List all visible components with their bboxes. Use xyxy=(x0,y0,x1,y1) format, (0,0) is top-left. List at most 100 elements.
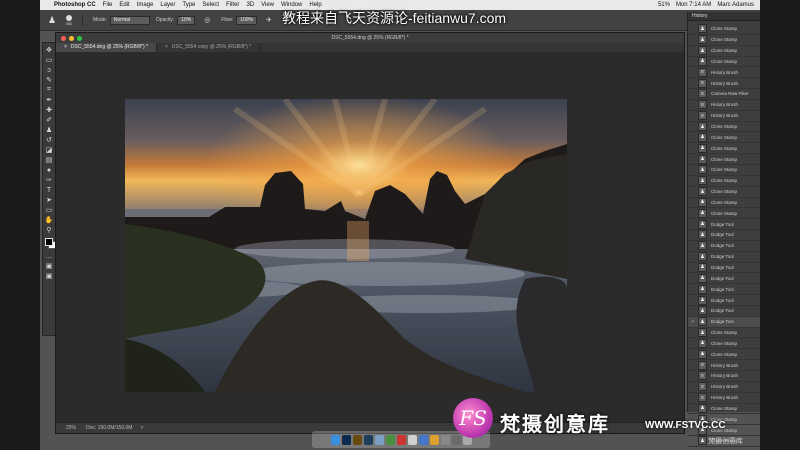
eraser-tool-icon[interactable]: ◪ xyxy=(44,145,54,155)
shape-tool-icon[interactable]: ▭ xyxy=(44,205,54,215)
quick-mask-icon[interactable]: ▣ xyxy=(44,261,54,271)
gradient-tool-icon[interactable]: ▤ xyxy=(44,155,54,165)
history-state[interactable]: ♟ Clone Stamp xyxy=(688,56,760,68)
history-state[interactable]: ♟ Clone Stamp xyxy=(688,122,760,133)
menu-filter[interactable]: Filter xyxy=(226,2,239,8)
opacity-field[interactable]: 10% xyxy=(177,15,196,25)
screen-mode-icon[interactable]: ▣ xyxy=(44,271,54,281)
history-state[interactable]: ♟ Dodge Tool xyxy=(688,306,760,317)
pen-tool-icon[interactable]: ✑ xyxy=(44,175,54,185)
history-state[interactable]: ≡ History Brush xyxy=(688,382,760,393)
menu-type[interactable]: Type xyxy=(182,2,195,8)
app-dock-icon[interactable] xyxy=(407,434,417,445)
history-state[interactable]: ♟ Dodge Tool xyxy=(688,219,760,231)
menu-edit[interactable]: Edit xyxy=(119,2,129,8)
history-state[interactable]: ♟ Clone Stamp xyxy=(688,132,760,144)
menu-3d[interactable]: 3D xyxy=(246,2,254,8)
color-swatches[interactable] xyxy=(44,237,56,249)
marquee-tool-icon[interactable]: ▭ xyxy=(44,55,54,65)
app-dock-icon[interactable] xyxy=(385,434,395,445)
hand-tool-icon[interactable]: ✋ xyxy=(44,215,54,225)
bridge-dock-icon[interactable] xyxy=(352,434,362,445)
type-tool-icon[interactable]: T xyxy=(44,185,54,195)
menu-layer[interactable]: Layer xyxy=(160,2,175,8)
history-state[interactable]: ♟ Clone Stamp xyxy=(688,338,760,350)
menu-view[interactable]: View xyxy=(261,2,274,8)
app-dock-icon[interactable] xyxy=(418,434,428,445)
app-dock-icon[interactable] xyxy=(396,434,406,445)
app-dock-icon[interactable] xyxy=(374,434,384,445)
path-select-tool-icon[interactable]: ➤ xyxy=(44,195,54,205)
clone-stamp-tool-icon[interactable]: ♟ xyxy=(44,125,54,135)
history-state[interactable]: ♟ Dodge Tool xyxy=(688,284,760,296)
menu-file[interactable]: File xyxy=(103,2,113,8)
more-tools-icon[interactable]: … xyxy=(44,251,54,261)
history-state[interactable]: ♟ Clone Stamp xyxy=(688,176,760,187)
canvas-area[interactable] xyxy=(56,52,684,423)
menu-image[interactable]: Image xyxy=(137,2,154,8)
history-state[interactable]: ♟ Dodge Tool xyxy=(688,230,760,241)
brush-preset-picker[interactable]: 350 xyxy=(60,13,78,27)
history-state[interactable]: ♟ Clone Stamp xyxy=(688,24,760,35)
move-tool-icon[interactable]: ✥ xyxy=(44,45,54,55)
healing-tool-icon[interactable]: ✚ xyxy=(44,105,54,115)
finder-dock-icon[interactable] xyxy=(330,434,340,445)
history-panel-title[interactable]: History xyxy=(688,12,760,21)
history-state[interactable]: ♟ Clone Stamp xyxy=(688,187,760,198)
app-dock-icon[interactable] xyxy=(440,434,450,445)
history-state[interactable]: ♟ Dodge Tool xyxy=(688,241,760,252)
history-state[interactable]: ≡ History Brush xyxy=(688,78,760,90)
history-state[interactable]: ♟ Dodge Tool xyxy=(688,273,760,285)
tab-close-icon[interactable]: × xyxy=(64,43,67,52)
seascape-photo[interactable] xyxy=(125,99,567,392)
quick-select-tool-icon[interactable]: ✎ xyxy=(44,75,54,85)
history-state[interactable]: ≡ History Brush xyxy=(688,100,760,111)
history-state[interactable]: ♟ Clone Stamp xyxy=(688,35,760,46)
status-menu-arrow[interactable]: > xyxy=(140,425,143,431)
history-state[interactable]: ♟ Dodge Tool xyxy=(688,295,760,306)
foreground-color-swatch[interactable] xyxy=(45,238,53,246)
lightroom-dock-icon[interactable] xyxy=(363,434,373,445)
history-state[interactable]: ≡ History Brush xyxy=(688,111,760,122)
history-state[interactable]: ♟ Clone Stamp xyxy=(688,349,760,361)
history-state[interactable]: ≡ History Brush xyxy=(688,67,760,79)
history-state[interactable]: ♟ Clone Stamp xyxy=(688,197,760,209)
zoom-tool-icon[interactable]: ⚲ xyxy=(44,225,54,235)
user-name[interactable]: Marc Adamus xyxy=(717,2,754,8)
zoom-level[interactable]: 25% xyxy=(66,425,76,431)
airbrush-icon[interactable]: ✈ xyxy=(261,13,277,27)
app-dock-icon[interactable] xyxy=(429,434,439,445)
eyedropper-tool-icon[interactable]: ✒ xyxy=(44,95,54,105)
dodge-tool-icon[interactable]: ● xyxy=(44,165,54,175)
history-state[interactable]: ♟ Clone Stamp xyxy=(688,328,760,339)
mode-select[interactable]: Normal xyxy=(109,15,150,25)
app-dock-icon[interactable] xyxy=(451,434,461,445)
app-menu[interactable]: Photoshop CC xyxy=(54,2,96,8)
tab-close-icon[interactable]: × xyxy=(165,43,168,52)
flow-field[interactable]: 100% xyxy=(236,15,258,25)
history-state[interactable]: ✓ ♟ Dodge Tool xyxy=(688,316,760,328)
history-state[interactable]: ♟ Dodge Tool xyxy=(688,252,760,263)
history-state[interactable]: ♟ Clone Stamp xyxy=(688,208,760,220)
history-state[interactable]: ≡ Camera Raw Filter xyxy=(688,89,760,100)
tool-preset-icon[interactable]: ♟ xyxy=(44,13,60,27)
history-state[interactable]: ≡ History Brush xyxy=(688,393,760,404)
tab-dsc-5554[interactable]: × DSC_5554.dng @ 25% (RGB/8*) * xyxy=(56,43,157,52)
pressure-opacity-icon[interactable]: ◎ xyxy=(199,13,215,27)
menu-select[interactable]: Select xyxy=(202,2,219,8)
history-source-brush-icon[interactable]: ✓ xyxy=(688,319,698,325)
history-state[interactable]: ♟ Dodge Tool xyxy=(688,262,760,274)
history-state[interactable]: ♟ Clone Stamp xyxy=(688,46,760,57)
history-state[interactable]: ♟ Clone Stamp xyxy=(688,403,760,415)
history-state[interactable]: ♟ Clone Stamp xyxy=(688,143,760,155)
clock[interactable]: Mon 7:14 AM xyxy=(676,2,711,8)
photoshop-dock-icon[interactable] xyxy=(341,434,351,445)
history-state[interactable]: ≡ History Brush xyxy=(688,371,760,382)
history-brush-tool-icon[interactable]: ↺ xyxy=(44,135,54,145)
tab-dsc-5554-copy[interactable]: × DSC_5554 copy @ 25% (RGB/8*) * xyxy=(157,43,261,52)
battery-status[interactable]: 51% xyxy=(658,2,670,8)
crop-tool-icon[interactable]: ⌗ xyxy=(44,85,54,95)
history-state[interactable]: ♟ Clone Stamp xyxy=(688,154,760,165)
history-state[interactable]: ♟ Clone Stamp xyxy=(688,165,760,176)
history-state[interactable]: ≡ History Brush xyxy=(688,360,760,371)
